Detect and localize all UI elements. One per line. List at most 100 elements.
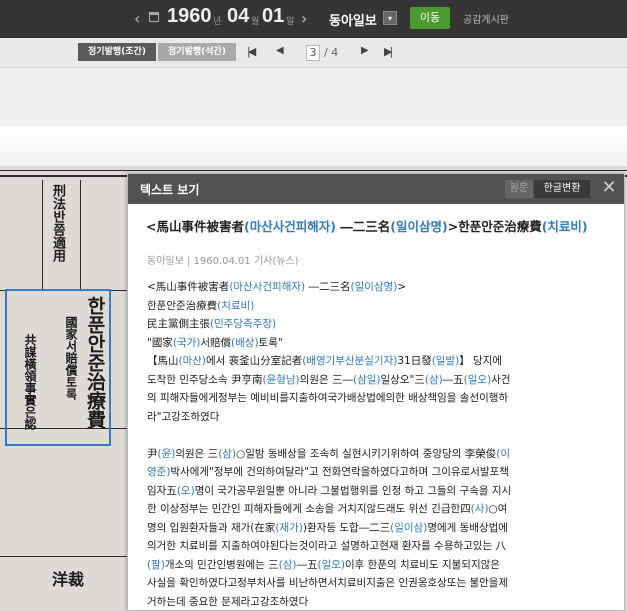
close-icon[interactable]: ✕	[599, 177, 619, 199]
article-paragraph: <馬山事件被害者(마산사건피해자) ―二三名(일이삼명)> 한푼안준治療費(치료비…	[147, 278, 609, 426]
newspaper-headline: 洋裁	[52, 570, 85, 589]
next-page-icon[interactable]: ▶	[361, 45, 369, 56]
dialog-title: 텍스트 보기	[140, 183, 200, 197]
text-segment: 의원은 三―	[299, 373, 353, 386]
text-segment: ○일밤 동배상을 조속히 실현시키기위하여 중앙당의 李榮俊	[236, 447, 497, 460]
tab-edition-evening[interactable]: 정기발행(석간)	[158, 43, 236, 61]
hangul-reading: (팔)	[147, 558, 165, 571]
year-unit: 년	[213, 17, 222, 27]
day-unit: 일	[286, 17, 295, 27]
article-line: 영준)박사에게"정부에 건의하여달라"고 전화연락을하였다고하며 그이유로서발포…	[147, 463, 609, 482]
rule-line	[42, 180, 43, 290]
text-segment: 박사에게"정부에 건의하여달라"고 전화연락을하였다고하며 그이유로서발포책	[170, 466, 509, 478]
page-toolbar: 정기발행(조간) 정기발행(석간) |◀ ◀ 3 / 4 ▶ ▶|	[0, 38, 627, 68]
article-meta: 동아일보 | 1960.04.01 기사(뉴스)	[147, 256, 299, 267]
article-line: <馬山事件被害者(마산사건피해자) ―二三名(일이삼명)>	[147, 278, 609, 297]
hangul-reading: (국가)	[172, 336, 201, 349]
text-segment: 尹	[147, 447, 158, 460]
hangul-reading: (오)	[176, 484, 195, 497]
calendar-icon[interactable]	[149, 12, 159, 22]
hangul-reading: 영준)	[147, 466, 171, 478]
last-page-icon[interactable]: ▶|	[384, 45, 393, 58]
text-segment: 도착한 민주당소속 尹亨南	[147, 373, 263, 386]
article-line: 사실을 확인하였다고정부처사를 비난하면서치료비지출은 인권옹호상또는 불안을제	[147, 574, 609, 593]
go-button[interactable]: 이동	[410, 7, 450, 29]
text-segment: 31日發	[397, 355, 432, 367]
hangul-reading: (재가)	[275, 521, 303, 534]
hangul-reading: (사)	[470, 503, 489, 515]
hangul-reading: (삼일)	[352, 373, 381, 386]
article-line: 한 이상정부는 민간인 피해자들에게 소송을 거치지않드래도 위선 긴급한四(사…	[147, 500, 609, 519]
hangul-reading: (배상)	[231, 336, 259, 349]
board-link[interactable]: 공감게시판	[463, 11, 509, 26]
top-nav-bar: ‹ 1960 년 04 월 01 일 › 동아일보 ▾ 이동 공감게시판	[0, 0, 627, 38]
text-segment: 】 당지에	[459, 355, 503, 367]
article-line: 尹(윤)의원은 三(삼)○일밤 동배상을 조속히 실현시키기위하여 중앙당의 李…	[147, 445, 609, 464]
article-line: 임자五(오)명이 국가공무원일뿐 아니라 그불법행위를 인정 하고 그들의 구속…	[147, 482, 609, 501]
newspaper-headline: 刑法반쯤適用	[50, 184, 65, 262]
first-page-icon[interactable]: |◀	[247, 45, 256, 58]
prev-page-icon[interactable]: ◀	[276, 45, 284, 56]
article-line: 거하는데 중요한 문제라고강조하였다	[147, 593, 609, 611]
tab-hangul-conversion[interactable]: 한글변환	[534, 180, 590, 198]
article-line: 民主黨側主張(민주당측주장)	[147, 315, 609, 334]
text-segment: 한 이상정부는 민간인 피해자들에게 소송을 거치지않드래도 위선 긴급한四	[147, 503, 471, 515]
article-line: (팔)개소의 민간인병원에는 三(삼)―五(일오)이후 한푼의 치료비도 지불되…	[147, 556, 609, 575]
article-line: 명의 입원환자들과 재가(在家(재가))환자등 도합―二三(일이삼)명에게 동배…	[147, 519, 609, 538]
article-line: 의 피해자들에게정부는 예비비를지출하여국가배상법에의한 배상책임을 솔선이행하	[147, 389, 609, 408]
page-number-input[interactable]: 3	[306, 45, 320, 61]
next-date-arrow-icon[interactable]: ›	[301, 9, 307, 28]
tab-edition-morning[interactable]: 정기발행(조간)	[78, 43, 156, 61]
text-segment: 의원은 三	[175, 447, 219, 460]
chevron-down-icon[interactable]: ▾	[383, 11, 397, 25]
text-segment: >	[397, 281, 407, 293]
prev-date-arrow-icon[interactable]: ‹	[134, 9, 140, 28]
article-body: <馬山事件被害者(마산사건피해자) ―二三名(일이삼명)> 한푼안준治療費(치료비…	[147, 278, 609, 611]
hangul-reading: (일오)	[463, 373, 492, 386]
text-segment: )환자등 도합―二三	[302, 521, 391, 534]
hangul-reading: (일오)	[317, 558, 346, 571]
text-segment: 일상오"三	[380, 373, 425, 386]
month-value[interactable]: 04	[227, 5, 249, 28]
hangul-reading: (윤)	[157, 447, 176, 460]
newspaper-selector-label[interactable]: 동아일보	[329, 10, 377, 29]
text-segment: 명이 국가공무원일뿐 아니라 그불법행위를 인정 하고 그들의 구속을 지시	[194, 484, 512, 497]
tab-original-text[interactable]: 원문	[505, 180, 533, 198]
text-view-dialog: 텍스트 보기 원문 한글변환 ✕ <馬山事件被害者(마산사건피해자) ―二三名(…	[127, 173, 625, 611]
article-line: 【馬山(마산)에서 裵釜山分室記者(배영기부산분실기자)31日發(일발)】 당지…	[147, 352, 609, 371]
hangul-reading: (일이삼명)	[390, 219, 448, 234]
article-line: "國家(국가)서賠償(배상)토록"	[147, 334, 609, 353]
page-total: / 4	[324, 46, 339, 59]
hangul-reading: (배영기부산분실기자)	[302, 355, 398, 367]
viewer-gradient	[0, 126, 627, 166]
article-title: <馬山事件被害者(마산사건피해자) ―二三名(일이삼명)>한푼안준治療費(치료비…	[146, 219, 616, 235]
text-segment: 거하는데 중요한 문제라고강조하였다	[147, 595, 309, 608]
hangul-reading: (일발)	[431, 355, 460, 367]
text-segment: 명에게 동배상법에	[427, 521, 508, 534]
rule-line	[0, 556, 127, 557]
dialog-header: 텍스트 보기 원문 한글변환 ✕	[128, 174, 624, 204]
text-segment: 라"고강조하였다	[147, 410, 220, 423]
hangul-reading: (마산사건피해자)	[243, 219, 336, 234]
hangul-reading: (치료비)	[541, 219, 588, 234]
text-segment: >한푼안준治療費	[447, 219, 542, 234]
viewer-background	[0, 68, 627, 126]
text-segment: ―二三名	[305, 281, 351, 293]
text-segment: 民主黨側主張	[147, 318, 210, 330]
text-segment: 한푼안준治療費	[147, 299, 218, 312]
hangul-reading: (삼)	[424, 373, 443, 386]
hangul-reading: (삼)	[278, 558, 297, 571]
selected-article-highlight[interactable]	[5, 289, 111, 446]
article-line: 의거한 치료비를 지출하여야된다는것이라고 설명하고현재 환자를 수용하고있는 …	[147, 537, 609, 556]
hangul-reading: (일이삼명)	[350, 281, 398, 293]
text-segment: 토록"	[258, 336, 283, 349]
year-value[interactable]: 1960	[167, 5, 212, 28]
hangul-reading: (치료비)	[217, 299, 255, 312]
text-segment: 이후 한푼의 치료비도 지불되지않은	[345, 558, 500, 571]
hangul-reading: (이	[496, 447, 511, 460]
text-segment: ―五	[442, 373, 464, 386]
text-segment: 의 피해자들에게정부는 예비비를지출하여국가배상법에의한 배상책임을 솔선이행하	[147, 392, 509, 404]
text-segment: (在家	[250, 521, 276, 534]
day-value[interactable]: 01	[262, 5, 284, 28]
hangul-reading: (마산)	[178, 355, 207, 367]
